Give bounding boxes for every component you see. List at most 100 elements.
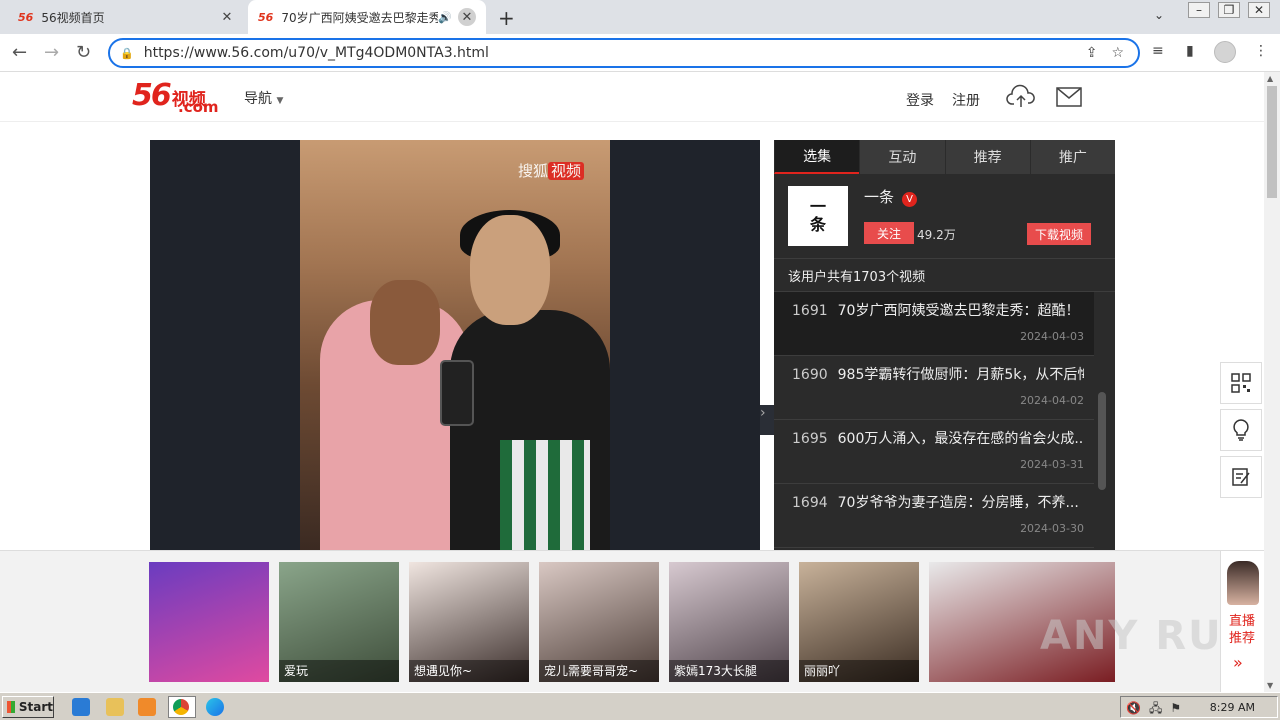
page-scrollbar[interactable]: ▲ ▼ (1264, 72, 1280, 692)
chrome-icon (173, 699, 189, 715)
bookmark-star-icon[interactable]: ☆ (1111, 45, 1124, 61)
video-list: 1691 70岁广西阿姨受邀去巴黎走秀：超酷！ 2024-04-03 1690 98… (774, 292, 1094, 548)
tab-strip: 56 56视频首页 ✕ 56 70岁广西阿姨受邀去巴黎走秀 🔊 ✕ + ⌄ – … (0, 0, 1280, 34)
close-window-icon[interactable]: ✕ (1248, 2, 1270, 18)
chevron-down-icon[interactable]: ⌄ (1154, 8, 1164, 22)
watermark-badge: 视频 (548, 162, 585, 180)
window-controls: – ❐ ✕ (1188, 2, 1270, 18)
panel-tabs: 选集 互动 推荐 推广 (774, 140, 1115, 174)
start-label: Start (18, 700, 53, 714)
double-chevron-right-icon[interactable]: » (1233, 653, 1243, 672)
share-icon[interactable]: ⇪ (1086, 45, 1098, 61)
panel-toggle-chevron-icon[interactable]: › (760, 405, 774, 435)
qr-code-icon[interactable] (1220, 362, 1262, 404)
scroll-up-icon[interactable]: ▲ (1267, 74, 1273, 83)
side-panel-icon[interactable]: ▮ (1186, 43, 1194, 59)
start-button[interactable]: Start (2, 696, 54, 718)
site-logo[interactable]: 56 视频 .com (132, 78, 219, 116)
logo-domain: .com (178, 98, 219, 116)
new-tab-icon[interactable]: + (498, 6, 515, 30)
video-number: 1695 (792, 431, 828, 447)
live-thumb[interactable]: 宠儿需要哥哥宠~ (539, 562, 659, 682)
video-date: 2024-03-31 (1020, 458, 1084, 471)
speaker-icon[interactable]: 🔊 (438, 11, 452, 24)
edge-icon[interactable] (206, 698, 224, 716)
lightbulb-icon[interactable] (1220, 409, 1262, 451)
back-icon[interactable]: ← (12, 42, 27, 63)
nav-dropdown[interactable]: 导航 ▼ (244, 88, 283, 108)
scroll-thumb[interactable] (1267, 86, 1277, 198)
minimize-icon[interactable]: – (1188, 2, 1210, 18)
live-thumb[interactable]: 丽丽吖 (799, 562, 919, 682)
address-bar[interactable]: 🔒 https://www.56.com/u70/v_MTg4ODM0NTA3.… (108, 38, 1140, 68)
tab-recommend[interactable]: 推荐 (944, 140, 1030, 174)
profile-avatar[interactable] (1214, 41, 1236, 63)
live-label: 推荐 (1229, 631, 1256, 646)
live-thumb[interactable]: 爱玩 (279, 562, 399, 682)
thumb-caption: 想遇见你~ (409, 660, 529, 682)
tab-promote[interactable]: 推广 (1029, 140, 1115, 174)
watermark-text: 搜狐 (518, 162, 549, 180)
tab-title: 70岁广西阿姨受邀去巴黎走秀 (281, 10, 439, 25)
video-title: 70岁广西阿姨受邀去巴黎走秀：超酷！ (837, 303, 1080, 319)
login-link[interactable]: 登录 (906, 90, 934, 110)
live-thumb[interactable]: 紫嫣173大长腿 (669, 562, 789, 682)
register-link[interactable]: 注册 (952, 90, 980, 110)
media-control-icon[interactable]: ≡ (1152, 43, 1164, 59)
video-number: 1691 (792, 303, 828, 319)
thumb-row: 爱玩 想遇见你~ 宠儿需要哥哥宠~ 紫嫣173大长腿 丽丽吖 (149, 562, 1115, 682)
avatar-char: 条 (809, 215, 826, 234)
logo-number: 56 (132, 78, 172, 113)
media-player-icon[interactable] (138, 698, 156, 716)
video-title: 600万人涌入，最没存在感的省会火成... (837, 431, 1084, 447)
explorer-folder-icon[interactable] (106, 698, 124, 716)
forward-icon[interactable]: → (44, 42, 59, 63)
sohu-video-watermark: 搜狐 视频 (518, 160, 585, 181)
close-icon[interactable]: ✕ (218, 8, 236, 26)
tab-interact[interactable]: 互动 (859, 140, 945, 174)
video-title: 985学霸转行做厨师：月薪5k，从不后悔 (837, 367, 1084, 383)
uploader-avatar[interactable]: 一 条 (788, 186, 848, 246)
uploader-name-text: 一条 (864, 188, 895, 206)
playlist-scrollbar[interactable] (1098, 392, 1106, 490)
video-bag (500, 440, 590, 550)
url-text[interactable]: https://www.56.com/u70/v_MTg4ODM0NTA3.ht… (144, 45, 1086, 61)
live-recommend-widget[interactable]: 直播 推荐 » (1220, 551, 1264, 692)
feedback-edit-icon[interactable] (1220, 456, 1262, 498)
tab-56-home[interactable]: 56 56视频首页 ✕ (8, 0, 246, 34)
follow-button[interactable]: 关注 (864, 222, 914, 244)
windows-flag-icon (7, 701, 15, 713)
avatar-char: 一 (809, 197, 826, 216)
scroll-down-icon[interactable]: ▼ (1267, 681, 1273, 690)
lock-icon[interactable]: 🔒 (120, 47, 134, 60)
ie-icon[interactable] (72, 698, 90, 716)
list-item[interactable]: 1694 70岁爷爷为妻子造房：分房睡，不养... 2024-03-30 (774, 484, 1094, 548)
clock: 8:29 AM (1209, 700, 1255, 714)
list-item[interactable]: 1691 70岁广西阿姨受邀去巴黎走秀：超酷！ 2024-04-03 (774, 292, 1094, 356)
mail-icon[interactable] (1056, 87, 1082, 111)
list-item[interactable]: 1690 985学霸转行做厨师：月薪5k，从不后悔 2024-04-02 (774, 356, 1094, 420)
tab-video-active[interactable]: 56 70岁广西阿姨受邀去巴黎走秀 🔊 ✕ (248, 0, 486, 34)
video-player[interactable]: 搜狐 视频 › (150, 140, 774, 550)
windows-taskbar: Start 🔇🖧⚑ 8:29 AM (0, 692, 1280, 720)
video-figure-woman-head (370, 280, 440, 365)
system-tray: 8:29 AM (1120, 696, 1278, 718)
video-phone (440, 360, 474, 426)
download-video-button[interactable]: 下载视频 (1027, 223, 1091, 245)
video-date: 2024-04-02 (1020, 394, 1084, 407)
live-thumb[interactable]: 想遇见你~ (409, 562, 529, 682)
favicon-56: 56 (258, 10, 274, 24)
upload-cloud-icon[interactable] (1006, 84, 1036, 114)
live-thumb[interactable] (149, 562, 269, 682)
verified-icon: V (902, 192, 918, 207)
menu-kebab-icon[interactable]: ⋮ (1254, 43, 1268, 59)
uploader-name[interactable]: 一条 V (864, 186, 918, 207)
restore-icon[interactable]: ❐ (1218, 2, 1240, 18)
reload-icon[interactable]: ↻ (76, 42, 91, 63)
list-item[interactable]: 1695 600万人涌入，最没存在感的省会火成... 2024-03-31 (774, 420, 1094, 484)
tab-episodes[interactable]: 选集 (774, 140, 860, 174)
video-figure-man-head (470, 215, 550, 325)
nav-label: 导航 (244, 91, 272, 107)
video-frame[interactable]: 搜狐 视频 (300, 140, 610, 550)
close-icon[interactable]: ✕ (458, 8, 476, 26)
